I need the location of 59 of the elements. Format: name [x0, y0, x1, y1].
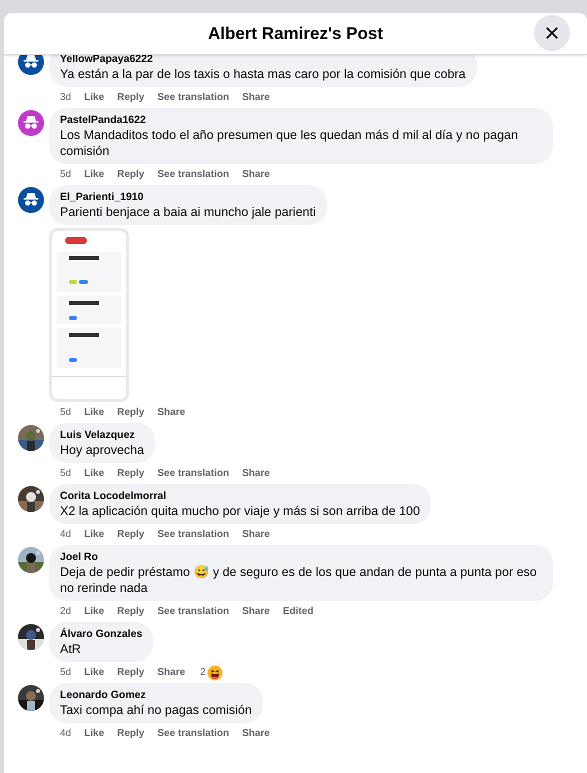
close-icon — [545, 26, 559, 40]
reply-link[interactable]: Reply — [117, 405, 144, 420]
share-link[interactable]: Share — [242, 466, 270, 481]
like-link[interactable]: Like — [84, 466, 104, 481]
comment-time[interactable]: 5d — [60, 405, 72, 420]
comment-author[interactable]: PastelPanda1622 — [60, 113, 542, 127]
reaction-count[interactable]: 2 — [200, 665, 206, 680]
laughing-emoji-icon[interactable] — [206, 664, 223, 680]
reply-link[interactable]: Reply — [117, 604, 144, 619]
comment-time[interactable]: 5d — [60, 466, 72, 481]
comment-text: Parienti benjace a baia ai muncho jale parienti — [60, 204, 316, 220]
comment-author[interactable]: Leonardo Gomez — [60, 688, 252, 702]
reply-link[interactable]: Reply — [117, 665, 144, 680]
share-link[interactable]: Share — [157, 665, 186, 680]
like-link[interactable]: Like — [84, 665, 104, 680]
reply-link[interactable]: Reply — [117, 466, 144, 481]
see-translation-link[interactable]: See translation — [157, 604, 230, 619]
comment-text: AtR — [60, 641, 82, 657]
comment-time[interactable]: 4d — [60, 527, 72, 542]
share-link[interactable]: Share — [157, 405, 186, 420]
reply-link[interactable]: Reply — [117, 527, 144, 542]
share-link[interactable]: Share — [242, 604, 270, 619]
like-link[interactable]: Like — [84, 726, 104, 741]
share-link[interactable]: Share — [242, 527, 270, 542]
comment-text: Hoy aprovecha — [60, 442, 144, 458]
share-link[interactable]: Share — [242, 167, 270, 182]
see-translation-link[interactable]: See translation — [157, 527, 230, 542]
comment-text: Los Mandaditos todo el año presumen que les quedan más d mil al día y no pagan comisión — [60, 127, 519, 159]
comment-text: Deja de pedir préstamo 😅 y de seguro es de los que andan de punta a punta por eso no rerinde nada — [60, 564, 538, 596]
reply-link[interactable]: Reply — [117, 167, 144, 182]
like-link[interactable]: Like — [84, 604, 104, 619]
comment-text: Taxi compa ahí no pagas comisión — [60, 702, 252, 718]
see-translation-link[interactable]: See translation — [157, 466, 230, 481]
share-link[interactable]: Share — [242, 726, 270, 741]
comment-text: X2 la aplicación quita mucho por viaje y más si son arriba de 100 — [60, 503, 420, 519]
comment-text: Ya están a la par de los taxis o hasta mas caro por la comisión que cobra — [60, 66, 466, 82]
comment-time[interactable]: 2d — [60, 604, 72, 619]
like-link[interactable]: Like — [84, 527, 104, 542]
comment-time[interactable]: 5d — [60, 167, 72, 182]
like-link[interactable]: Like — [84, 405, 104, 420]
comment-author[interactable]: Joel Ro — [60, 550, 542, 564]
close-button[interactable] — [534, 15, 570, 51]
comment-author[interactable]: Luis Velazquez — [60, 428, 144, 442]
see-translation-link[interactable]: See translation — [157, 90, 230, 105]
see-translation-link[interactable]: See translation — [157, 167, 230, 182]
reply-link[interactable]: Reply — [117, 726, 144, 741]
comment-author[interactable]: El_Parienti_1910 — [60, 190, 316, 204]
see-translation-link[interactable]: See translation — [157, 726, 230, 741]
reply-link[interactable]: Reply — [117, 90, 144, 105]
comment-time[interactable]: 3d — [60, 90, 72, 105]
edited-label: Edited — [282, 605, 314, 619]
comment-author[interactable]: Corita Locodelmorral — [60, 489, 420, 503]
share-link[interactable]: Share — [242, 90, 270, 105]
comment-time[interactable]: 5d — [60, 665, 72, 680]
like-link[interactable]: Like — [84, 90, 104, 105]
comment-author[interactable]: Álvaro Gonzales — [60, 627, 142, 641]
dialog-title: Albert Ramirez's Post — [208, 22, 384, 45]
like-link[interactable]: Like — [84, 167, 104, 182]
comment-time[interactable]: 4d — [60, 726, 72, 741]
